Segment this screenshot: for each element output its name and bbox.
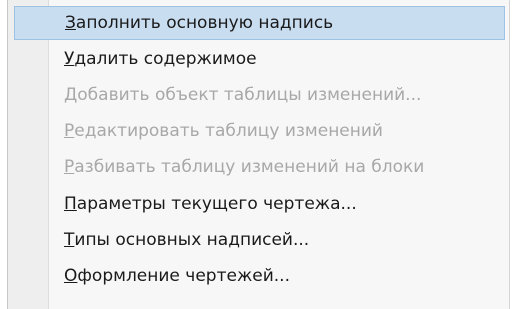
menu-item-label: Заполнить основную надпись xyxy=(65,13,334,33)
menu-item-drawing-styles[interactable]: Оформление чертежей... xyxy=(14,259,505,293)
menu-item-label: Типы основных надписей... xyxy=(64,230,310,250)
menu-item-label: Оформление чертежей... xyxy=(64,266,290,286)
context-menu: Заполнить основную надпись Удалить содер… xyxy=(7,0,510,309)
menu-item-label: Удалить содержимое xyxy=(64,49,257,69)
menu-item-current-drawing-params[interactable]: Параметры текущего чертежа... xyxy=(14,187,505,221)
menu-item-label: Редактировать таблицу изменений xyxy=(64,121,383,141)
menu-item-label: Параметры текущего чертежа... xyxy=(64,194,357,214)
menu-item-edit-change-table[interactable]: Редактировать таблицу изменений xyxy=(14,114,505,148)
menu-item-label: Разбивать таблицу изменений на блоки xyxy=(64,157,425,177)
menu-item-add-change-table-object[interactable]: Добавить объект таблицы изменений... xyxy=(14,78,505,112)
menu-item-split-change-table[interactable]: Разбивать таблицу изменений на блоки xyxy=(14,150,505,184)
menu-item-fill-title-block[interactable]: Заполнить основную надпись xyxy=(14,6,505,40)
menu-item-title-block-types[interactable]: Типы основных надписей... xyxy=(14,223,505,257)
menu-item-label: Добавить объект таблицы изменений... xyxy=(64,85,422,105)
menu-item-delete-contents[interactable]: Удалить содержимое xyxy=(14,42,505,76)
